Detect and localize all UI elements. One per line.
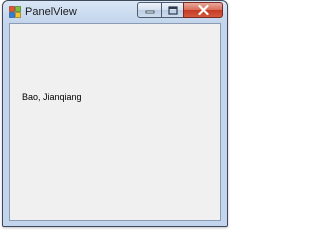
title-bar[interactable]: PanelView xyxy=(3,1,227,23)
window-title: PanelView xyxy=(25,6,77,18)
panel-view-client-area: Bao, Jianqiang xyxy=(9,23,221,221)
minimize-icon xyxy=(145,10,154,14)
windows-form-icon[interactable] xyxy=(9,5,21,18)
maximize-button[interactable] xyxy=(161,2,183,18)
close-icon xyxy=(197,5,209,15)
close-button[interactable] xyxy=(183,2,223,18)
caption-buttons xyxy=(137,2,223,19)
app-window: PanelView Bao, Jianqiang xyxy=(2,0,228,227)
minimize-button[interactable] xyxy=(137,2,161,18)
maximize-icon xyxy=(167,5,178,15)
name-label: Bao, Jianqiang xyxy=(22,92,82,102)
